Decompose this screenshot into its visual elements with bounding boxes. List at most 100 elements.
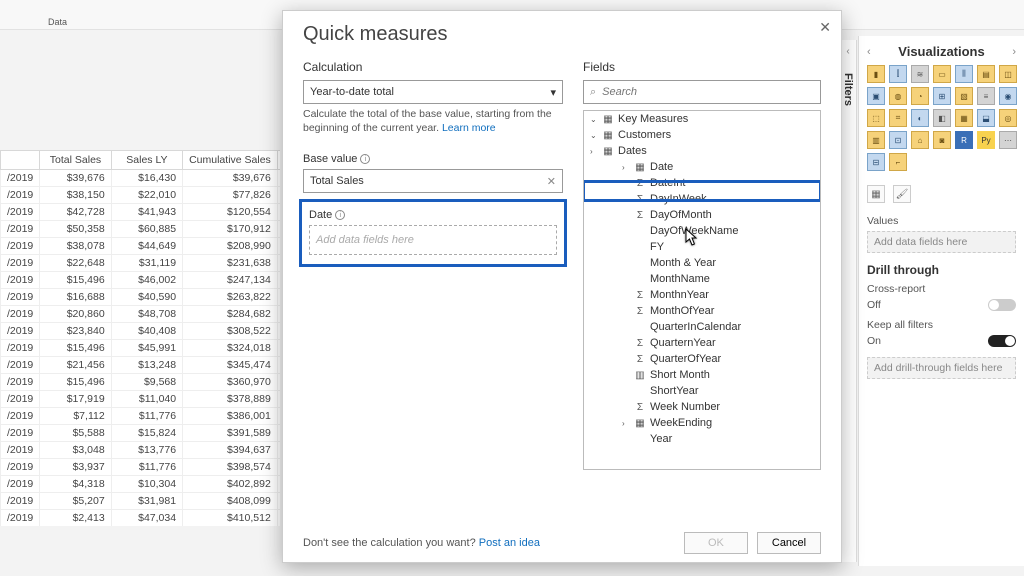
table-row[interactable]: /2019$5,207$31,981$408,099 xyxy=(1,493,281,510)
table-row[interactable]: /2019$5,588$15,824$391,589 xyxy=(1,425,281,442)
viz-type-icon[interactable]: ⌐ xyxy=(889,153,907,171)
viz-type-icon[interactable]: ▮ xyxy=(867,65,885,83)
viz-type-icon[interactable]: ◐ xyxy=(911,109,929,127)
drill-through-drop[interactable]: Add drill-through fields here xyxy=(867,357,1016,379)
chevron-right-icon[interactable]: › xyxy=(1012,46,1016,58)
table-row[interactable]: /2019$22,648$31,119$231,638 xyxy=(1,255,281,272)
viz-type-icon[interactable]: ⊡ xyxy=(889,131,907,149)
tree-field[interactable]: ΣDayOfMonth xyxy=(584,207,820,223)
tree-field[interactable]: ΣWeek Number xyxy=(584,399,820,415)
info-icon[interactable]: i xyxy=(360,154,370,164)
calculation-dropdown[interactable]: Year-to-date total ▾ xyxy=(303,80,563,104)
cross-report-toggle[interactable] xyxy=(988,299,1016,311)
calculation-description: Calculate the total of the base value, s… xyxy=(303,108,563,135)
table-row[interactable]: /2019$4,318$10,304$402,892 xyxy=(1,476,281,493)
table-row[interactable]: /2019$15,496$46,002$247,134 xyxy=(1,272,281,289)
info-icon[interactable]: i xyxy=(335,210,345,220)
viz-type-icon[interactable]: ▧ xyxy=(955,87,973,105)
viz-type-icon[interactable]: ◫ xyxy=(999,65,1017,83)
table-row[interactable]: /2019$50,358$60,885$170,912 xyxy=(1,221,281,238)
tree-field[interactable]: QuarterInCalendar xyxy=(584,319,820,335)
field-type-icon: Σ xyxy=(634,210,646,221)
format-tab-icon[interactable]: 🖌 xyxy=(893,185,911,203)
tree-field[interactable]: Year xyxy=(584,431,820,447)
field-type-icon: Σ xyxy=(634,354,646,365)
tree-field[interactable]: ΣQuarterOfYear xyxy=(584,351,820,367)
table-row[interactable]: /2019$15,496$45,991$324,018 xyxy=(1,340,281,357)
viz-type-icon[interactable]: ≋ xyxy=(911,65,929,83)
viz-type-icon[interactable]: ◎ xyxy=(999,109,1017,127)
fields-search[interactable]: ⌕ xyxy=(583,80,821,104)
clear-icon[interactable]: ✕ xyxy=(547,175,556,188)
viz-type-icon[interactable]: ⬓ xyxy=(977,109,995,127)
keep-filters-toggle[interactable] xyxy=(988,335,1016,347)
viz-type-icon[interactable]: ⫿ xyxy=(889,65,907,83)
date-drop-target[interactable]: Add data fields here xyxy=(309,225,557,255)
viz-type-icon[interactable]: ≡ xyxy=(977,87,995,105)
tree-field[interactable]: MonthName xyxy=(584,271,820,287)
fields-tab-icon[interactable]: ▦ xyxy=(867,185,885,203)
table-row[interactable]: /2019$7,112$11,776$386,001 xyxy=(1,408,281,425)
tree-table[interactable]: ⌄▦Customers xyxy=(584,127,820,143)
table-row[interactable]: /2019$38,150$22,010$77,826 xyxy=(1,187,281,204)
viz-type-icon[interactable]: ▣ xyxy=(867,87,885,105)
base-value-well[interactable]: Total Sales ✕ xyxy=(303,169,563,193)
tree-field[interactable]: ΣMonthnYear xyxy=(584,287,820,303)
table-row[interactable]: /2019$38,078$44,649$208,990 xyxy=(1,238,281,255)
field-type-icon: ▦ xyxy=(634,162,646,173)
viz-type-icon[interactable]: ⬚ xyxy=(867,109,885,127)
table-row[interactable]: /2019$3,048$13,776$394,637 xyxy=(1,442,281,459)
tree-field[interactable]: ShortYear xyxy=(584,383,820,399)
viz-type-icon[interactable]: Py xyxy=(977,131,995,149)
tree-field[interactable]: ΣDayInWeek xyxy=(584,191,820,207)
search-input[interactable] xyxy=(602,86,814,98)
tree-field[interactable]: FY xyxy=(584,239,820,255)
ok-button[interactable]: OK xyxy=(684,532,748,554)
tree-field[interactable]: ›▦WeekEnding xyxy=(584,415,820,431)
field-type-icon: Σ xyxy=(634,306,646,317)
viz-type-icon[interactable]: ⌂ xyxy=(911,131,929,149)
tree-field[interactable]: ΣMonthOfYear xyxy=(584,303,820,319)
table-row[interactable]: /2019$15,496$9,568$360,970 xyxy=(1,374,281,391)
table-row[interactable]: /2019$42,728$41,943$120,554 xyxy=(1,204,281,221)
table-row[interactable]: /2019$17,919$11,040$378,889 xyxy=(1,391,281,408)
table-row[interactable]: /2019$16,688$40,590$263,822 xyxy=(1,289,281,306)
viz-type-icon[interactable]: R xyxy=(955,131,973,149)
table-row[interactable]: /2019$21,456$13,248$345,474 xyxy=(1,357,281,374)
viz-type-icon[interactable]: ▥ xyxy=(867,131,885,149)
viz-type-icon[interactable]: ▭ xyxy=(933,65,951,83)
viz-type-icon[interactable]: ◙ xyxy=(933,131,951,149)
tree-field[interactable]: ›▦Date xyxy=(584,159,820,175)
table-row[interactable]: /2019$20,860$48,708$284,682 xyxy=(1,306,281,323)
viz-type-icon[interactable]: ◧ xyxy=(933,109,951,127)
viz-type-icon[interactable]: ⊞ xyxy=(933,87,951,105)
viz-type-icon[interactable]: ⌗ xyxy=(889,109,907,127)
viz-type-icon[interactable]: ◔ xyxy=(911,87,929,105)
tree-field[interactable]: DayOfWeekName xyxy=(584,223,820,239)
learn-more-link[interactable]: Learn more xyxy=(442,122,496,134)
chevron-left-icon[interactable]: ‹ xyxy=(867,46,871,58)
cancel-button[interactable]: Cancel xyxy=(757,532,821,554)
viz-type-icon[interactable]: ▤ xyxy=(977,65,995,83)
viz-type-icon[interactable]: ⋯ xyxy=(999,131,1017,149)
values-drop[interactable]: Add data fields here xyxy=(867,231,1016,253)
close-icon[interactable]: ✕ xyxy=(815,15,835,40)
tree-field[interactable]: ΣDateInt xyxy=(584,175,820,191)
tree-table[interactable]: ⌄▦Key Measures xyxy=(584,111,820,127)
tree-field[interactable]: Month & Year xyxy=(584,255,820,271)
viz-type-icon[interactable]: ▦ xyxy=(955,109,973,127)
fields-tree[interactable]: ⌄▦Key Measures⌄▦Customers›▦Dates›▦DateΣD… xyxy=(583,110,821,470)
table-row[interactable]: /2019$23,840$40,408$308,522 xyxy=(1,323,281,340)
viz-type-icon[interactable]: ◍ xyxy=(889,87,907,105)
field-type-icon: Σ xyxy=(634,178,646,189)
table-row[interactable]: /2019$3,937$11,776$398,574 xyxy=(1,459,281,476)
viz-type-icon[interactable]: ⊟ xyxy=(867,153,885,171)
tree-table[interactable]: ›▦Dates xyxy=(584,143,820,159)
tree-field[interactable]: ▥Short Month xyxy=(584,367,820,383)
post-idea-link[interactable]: Post an idea xyxy=(479,537,540,549)
viz-type-icon[interactable]: ⫼ xyxy=(955,65,973,83)
viz-type-icon[interactable]: ◉ xyxy=(999,87,1017,105)
tree-field[interactable]: ΣQuarternYear xyxy=(584,335,820,351)
table-row[interactable]: /2019$39,676$16,430$39,676 xyxy=(1,170,281,187)
table-row[interactable]: /2019$2,413$47,034$410,512 xyxy=(1,510,281,527)
